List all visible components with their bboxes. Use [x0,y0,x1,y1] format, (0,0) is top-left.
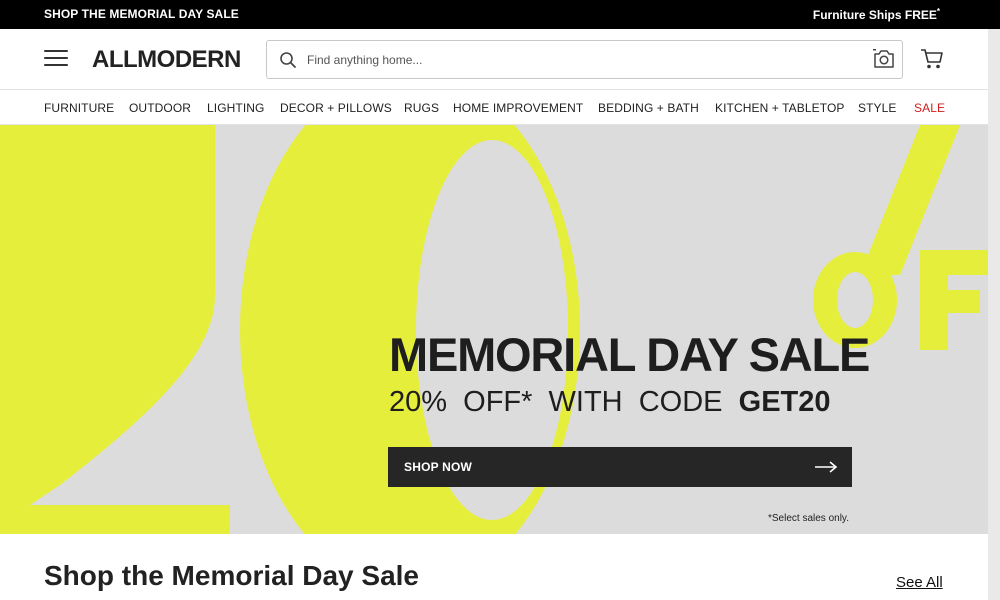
scrollbar[interactable] [988,29,1000,600]
nav-bedding-bath[interactable]: BEDDING + BATH [598,101,699,115]
section-title: Shop the Memorial Day Sale [44,560,419,591]
nav-home-improvement[interactable]: HOME IMPROVEMENT [453,101,583,115]
nav-decor-pillows[interactable]: DECOR + PILLOWS [280,101,392,115]
free-shipping-text: Furniture Ships FREE [812,8,937,22]
nav-lighting[interactable]: LIGHTING [207,101,264,115]
logo[interactable]: ALLMODERN [92,46,241,74]
hero-banner[interactable]: MEMORIAL DAY SALE 20% OFF* WITH CODE GET… [0,125,988,534]
nav-furniture[interactable]: FURNITURE [44,101,114,115]
search-input[interactable] [307,49,847,71]
menu-icon[interactable] [44,50,68,68]
cart-icon[interactable] [920,48,944,70]
promo-bar: SHOP THE MEMORIAL DAY SALE Furniture Shi… [0,0,1000,29]
shop-now-button[interactable]: SHOP NOW [388,447,852,487]
arrow-right-icon [815,461,838,473]
hero-subtitle: 20% OFF* WITH CODE GET20 [389,388,831,417]
search-bar[interactable] [266,40,903,79]
shop-now-label: SHOP NOW [404,460,473,474]
nav-kitchen-tabletop[interactable]: KITCHEN + TABLETOP [715,101,845,115]
camera-icon[interactable] [873,49,895,69]
nav-rugs[interactable]: RUGS [404,101,439,115]
promo-code: GET20 [738,386,831,418]
promo-sale-link[interactable]: SHOP THE MEMORIAL DAY SALE [44,7,239,21]
nav-sale[interactable]: SALE [914,101,945,115]
hero-offer-text: 20% OFF* WITH CODE [389,386,723,418]
site-header: ALLMODERN [0,29,988,89]
search-icon[interactable] [279,51,297,69]
hero-title: MEMORIAL DAY SALE [389,328,870,381]
free-shipping-asterisk: * [936,7,940,16]
see-all-link[interactable]: See All [896,574,943,591]
hero-disclaimer: *Select sales only. [768,513,849,524]
free-shipping-link[interactable]: Furniture Ships FREE* [813,7,940,22]
nav-outdoor[interactable]: OUTDOOR [129,101,191,115]
category-nav: FURNITURE OUTDOOR LIGHTING DECOR + PILLO… [0,89,988,125]
nav-style[interactable]: STYLE [858,101,897,115]
